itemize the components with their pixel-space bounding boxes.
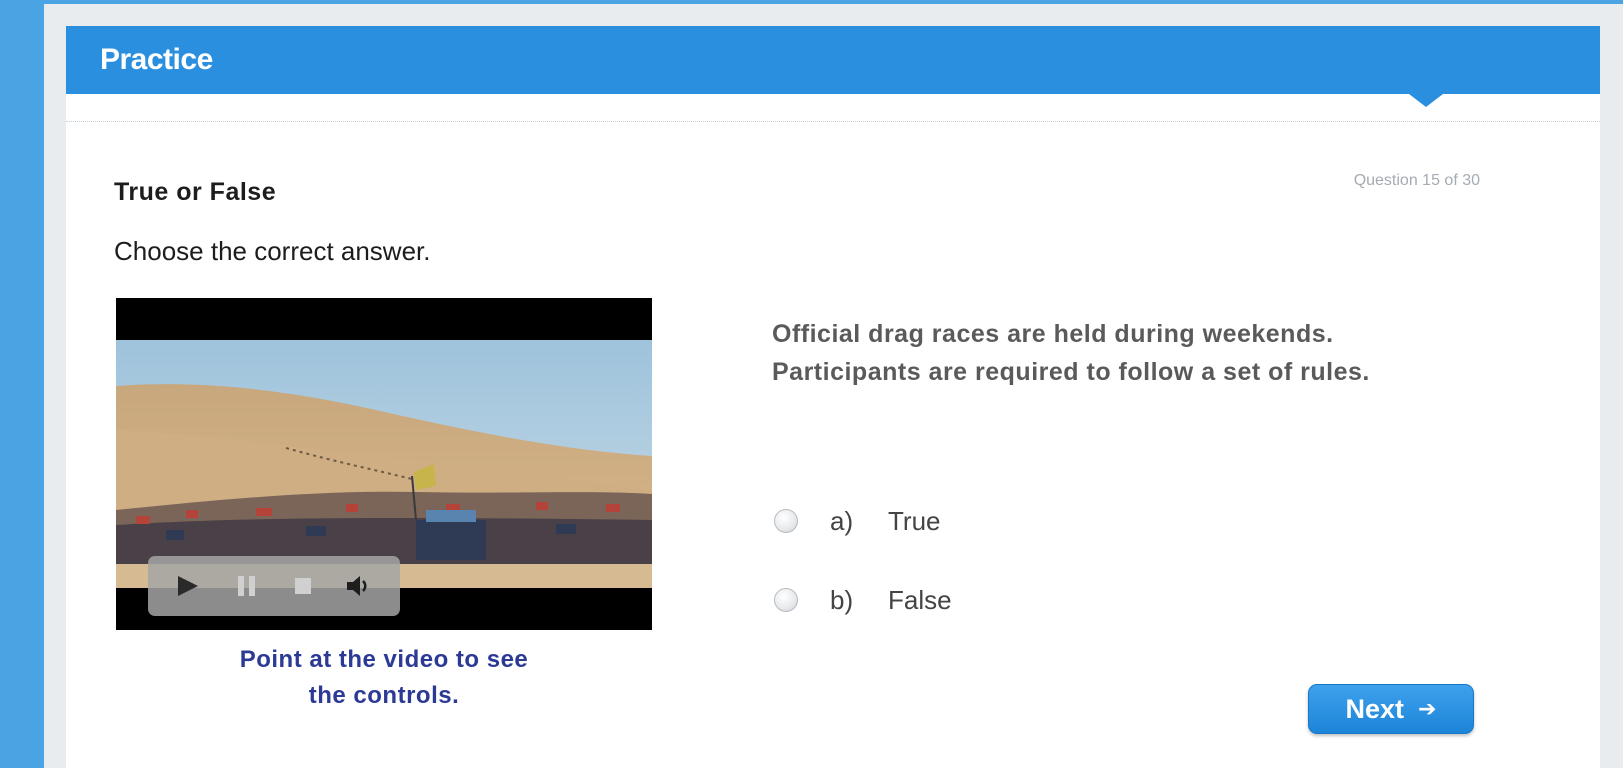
stop-icon[interactable] [288, 572, 318, 600]
statement-line-2: Participants are required to follow a se… [772, 357, 1370, 386]
next-button-label: Next [1345, 693, 1405, 724]
video-controls [148, 556, 400, 616]
question-instruction: Choose the correct answer. [114, 236, 431, 266]
pause-glyph-right [249, 576, 255, 596]
header-notch [1409, 94, 1443, 107]
video-player[interactable] [116, 298, 652, 630]
question-counter: Question 15 of 30 [1353, 172, 1480, 189]
option-true[interactable]: a) True [774, 503, 941, 539]
radio-button-false[interactable] [774, 588, 798, 612]
option-label: True [888, 505, 941, 536]
radio-button-true[interactable] [774, 509, 798, 533]
divider [66, 121, 1600, 122]
statement-line-1: Official drag races are held during week… [772, 320, 1334, 348]
option-label: False [888, 584, 952, 615]
pause-glyph-left [238, 576, 244, 596]
question-type: True or False [114, 178, 277, 206]
video-caption-line-2: the controls. [308, 682, 460, 709]
video-caption-line-1: Point at the video to see [239, 646, 529, 673]
video-frame [116, 340, 652, 588]
pause-icon[interactable] [232, 572, 262, 600]
page-title: Practice [100, 43, 213, 76]
arrow-right-icon: ➔ [1418, 696, 1437, 721]
play-glyph [178, 576, 198, 596]
option-false[interactable]: b) False [774, 582, 952, 618]
question-statement: Official drag races are held during week… [772, 316, 1532, 391]
video-caption: Point at the video to see the controls. [116, 642, 652, 714]
play-icon[interactable] [172, 572, 202, 600]
volume-glyph [347, 576, 367, 596]
next-button[interactable]: Next ➔ [1308, 684, 1474, 734]
practice-card: Practice True or False Question 15 of 30… [66, 26, 1600, 768]
volume-icon[interactable] [344, 572, 374, 600]
stop-glyph [295, 578, 311, 594]
option-letter: b) [830, 584, 854, 615]
option-letter: a) [830, 505, 854, 536]
header-bar: Practice [66, 26, 1600, 94]
